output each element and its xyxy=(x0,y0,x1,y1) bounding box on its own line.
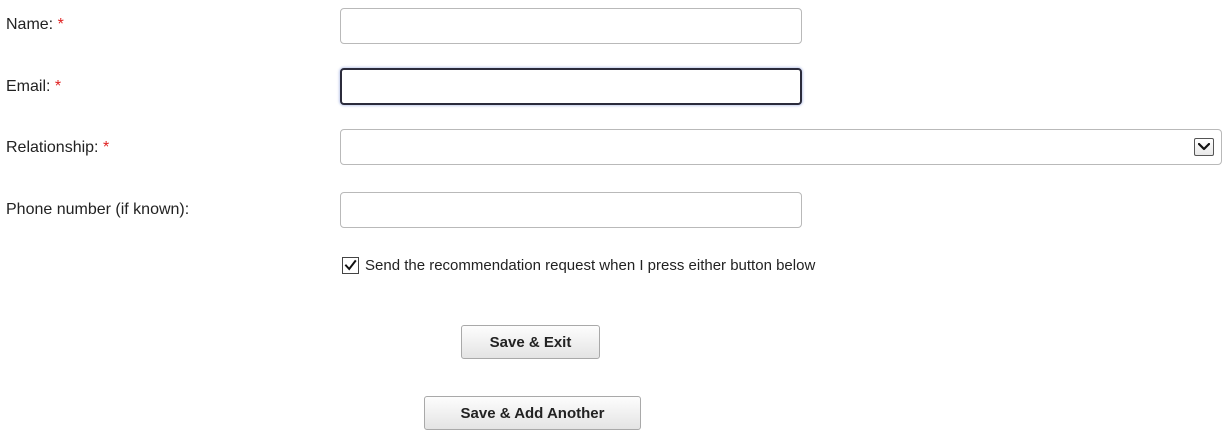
phone-label-row: Phone number (if known): xyxy=(6,200,189,220)
chevron-down-icon[interactable] xyxy=(1194,138,1214,156)
send-request-label: Send the recommendation request when I p… xyxy=(365,256,816,274)
name-required-mark: * xyxy=(57,16,64,33)
name-input[interactable] xyxy=(340,8,802,44)
name-label-row: Name: * xyxy=(6,15,64,35)
email-required-mark: * xyxy=(54,78,62,95)
send-request-checkbox[interactable] xyxy=(342,256,359,274)
name-label: Name: xyxy=(6,16,54,33)
relationship-required-mark: * xyxy=(102,139,110,156)
email-label-row: Email: * xyxy=(6,77,61,97)
save-add-another-button[interactable]: Save & Add Another xyxy=(424,396,641,430)
save-exit-button[interactable]: Save & Exit xyxy=(461,325,600,359)
relationship-select[interactable] xyxy=(340,129,1222,165)
relationship-label-row: Relationship: * xyxy=(6,138,109,158)
checkmark-icon xyxy=(344,259,357,271)
relationship-label: Relationship: xyxy=(6,139,99,156)
send-request-row[interactable]: Send the recommendation request when I p… xyxy=(342,255,815,275)
phone-input[interactable] xyxy=(340,192,802,228)
email-input[interactable] xyxy=(340,68,802,105)
phone-label: Phone number (if known): xyxy=(6,201,190,218)
email-label: Email: xyxy=(6,78,51,95)
